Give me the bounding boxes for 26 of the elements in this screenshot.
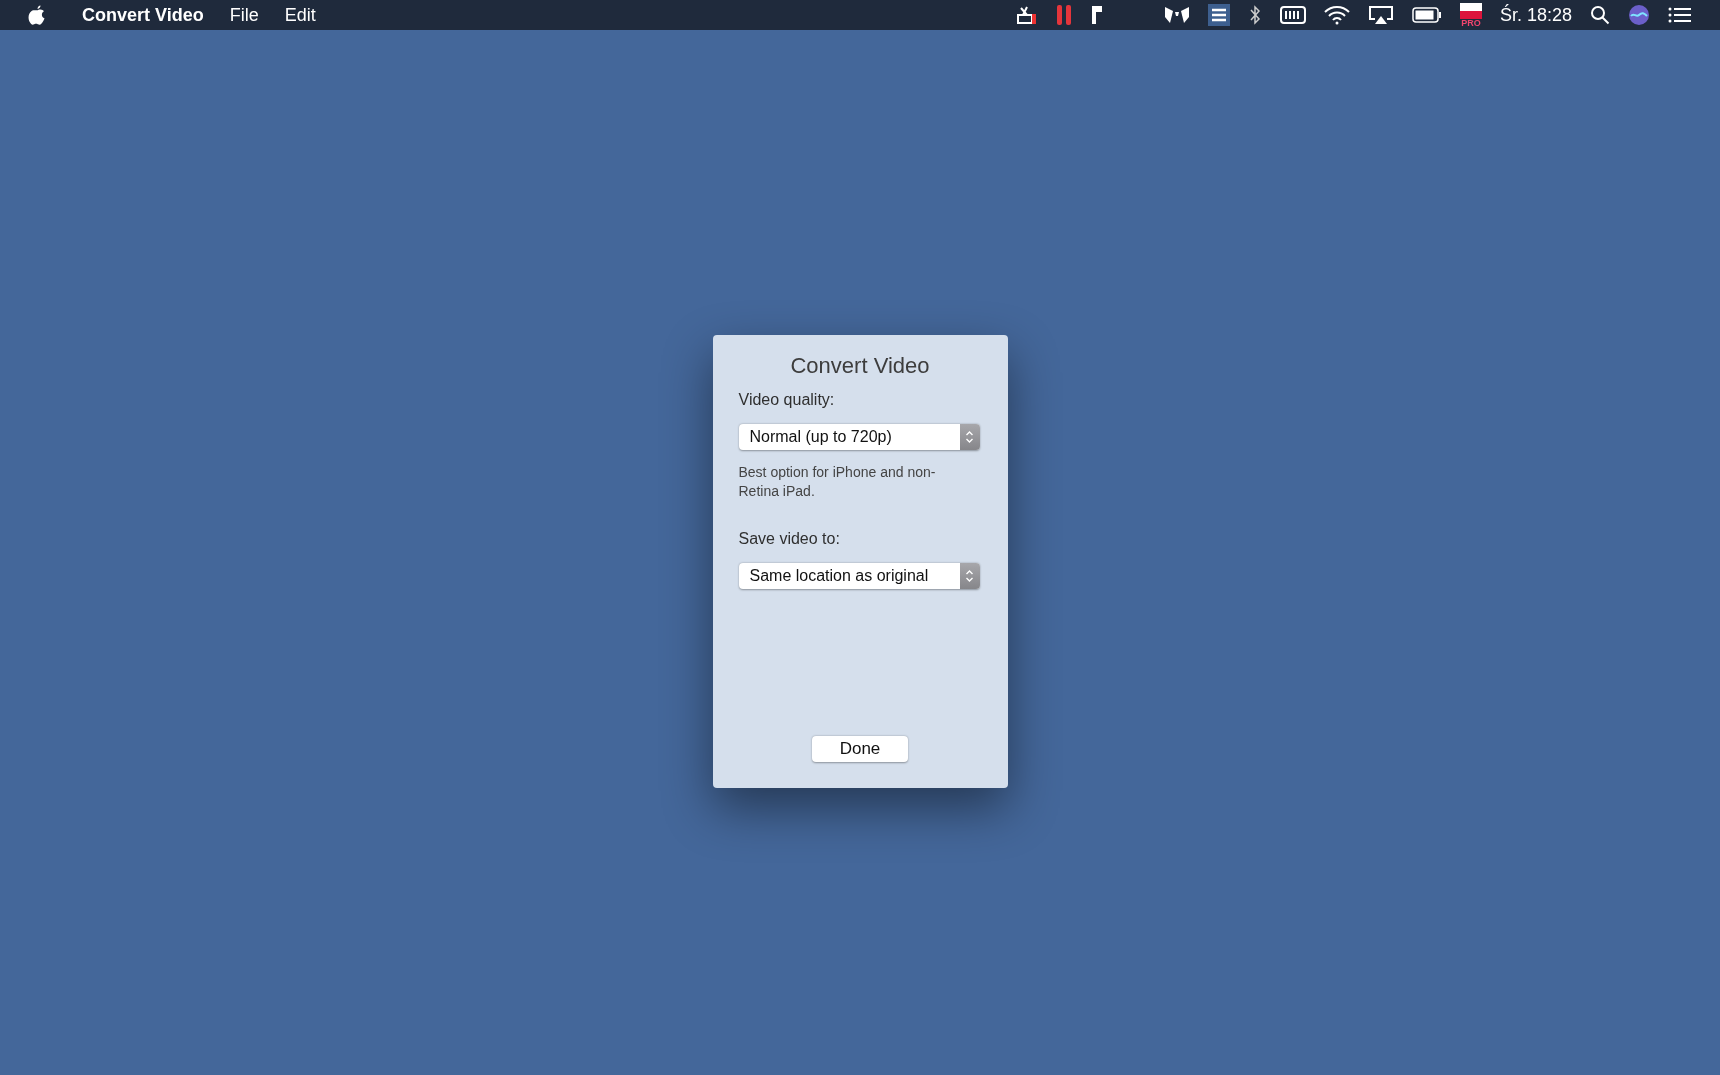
airplay-icon[interactable] xyxy=(1367,5,1394,25)
app-menu[interactable]: Convert Video xyxy=(82,1,204,29)
stepper-icon xyxy=(959,563,980,589)
siri-icon[interactable] xyxy=(1628,4,1650,26)
flag-icon[interactable] xyxy=(1459,2,1482,19)
battery-icon[interactable] xyxy=(1411,7,1442,23)
menu-item[interactable]: Edit xyxy=(284,1,316,29)
search-icon[interactable] xyxy=(1590,5,1610,25)
memory-icon[interactable] xyxy=(1279,5,1306,25)
pause-icon[interactable] xyxy=(1055,4,1072,26)
menu-item[interactable]: File xyxy=(229,1,259,29)
hint-text: Best option for iPhone and non-Retina iPad. xyxy=(738,463,937,501)
list-icon[interactable] xyxy=(1207,4,1230,26)
flag-label: PRO xyxy=(1461,18,1481,28)
menu-clock[interactable]: Śr. 18:28 xyxy=(1499,1,1572,29)
popup-menu[interactable]: Normal (up to 720p) xyxy=(738,424,980,450)
dialog-title: Convert Video xyxy=(790,352,930,380)
popup-menu[interactable]: Same location as original xyxy=(738,563,980,589)
wifi-icon[interactable] xyxy=(1323,5,1350,25)
field-label: Video quality: xyxy=(738,390,836,410)
stepper-icon xyxy=(959,424,980,450)
apple-logo-icon[interactable] xyxy=(28,4,46,26)
field-label: Save video to: xyxy=(738,529,841,549)
done-button[interactable]: Done xyxy=(812,736,908,762)
menu-icon[interactable] xyxy=(1668,6,1692,24)
bluetooth-icon[interactable] xyxy=(1247,5,1262,25)
